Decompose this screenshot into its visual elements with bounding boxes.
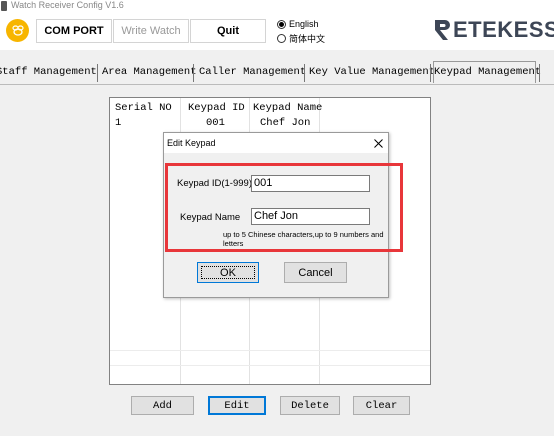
- column-header-keypad-name[interactable]: Keypad Name: [253, 102, 322, 114]
- keypad-id-input[interactable]: 001: [251, 175, 370, 192]
- quit-button[interactable]: Quit: [190, 19, 266, 43]
- app-icon: [1, 1, 7, 11]
- language-english-radio[interactable]: English: [277, 18, 319, 30]
- radio-unchecked-icon: [277, 33, 286, 43]
- brand-r-mark-icon: [435, 20, 450, 40]
- brand-logo: ETEKESS: [434, 17, 554, 43]
- tab-separator: [193, 64, 194, 82]
- write-watch-button[interactable]: Write Watch: [113, 19, 189, 43]
- tab-separator: [97, 64, 98, 82]
- tab-separator: [304, 64, 305, 82]
- tab-underline: [0, 84, 554, 85]
- row-1-serial-no[interactable]: 1: [115, 117, 121, 129]
- dialog-title-bar: Edit Keypad: [164, 133, 388, 153]
- edit-button[interactable]: Edit: [208, 396, 266, 415]
- add-button[interactable]: Add: [131, 396, 194, 415]
- column-header-serial-no[interactable]: Serial NO: [115, 102, 172, 114]
- row-1-keypad-name[interactable]: Chef Jon: [260, 117, 310, 129]
- row-line: [110, 365, 430, 366]
- tab-separator: [430, 64, 431, 82]
- tab-caller-management[interactable]: Caller Management: [199, 62, 306, 82]
- tab-separator: [539, 64, 540, 82]
- window-title: Watch Receiver Config V1.6: [11, 0, 124, 10]
- brand-name: ETEKESS: [453, 17, 554, 42]
- tab-bar: Staff Management Area Management Caller …: [0, 61, 554, 84]
- keypad-id-label: Keypad ID(1-999): [177, 178, 252, 189]
- row-1-keypad-id[interactable]: 001: [206, 117, 225, 129]
- delete-button[interactable]: Delete: [280, 396, 340, 415]
- keypad-name-hint: up to 5 Chinese characters,up to 9 numbe…: [223, 230, 384, 248]
- bee-logo-icon: [6, 19, 29, 42]
- radio-checked-icon: [277, 19, 286, 29]
- edit-keypad-dialog: Edit Keypad Keypad ID(1-999) 001 Keypad …: [163, 132, 389, 298]
- keypad-name-label: Keypad Name: [180, 212, 241, 223]
- tab-key-value-management[interactable]: Key Value Management: [309, 62, 435, 82]
- language-chinese-radio[interactable]: 简体中文: [277, 32, 325, 44]
- com-port-button[interactable]: COM PORT: [36, 19, 112, 43]
- dialog-title: Edit Keypad: [167, 138, 216, 148]
- title-bar: Watch Receiver Config V1.6: [0, 0, 554, 12]
- clear-button[interactable]: Clear: [353, 396, 410, 415]
- tab-area-management[interactable]: Area Management: [102, 62, 197, 82]
- row-line: [110, 350, 430, 351]
- tab-keypad-management[interactable]: Keypad Management: [433, 61, 541, 83]
- ok-button[interactable]: OK: [197, 262, 259, 283]
- column-header-keypad-id[interactable]: Keypad ID: [188, 102, 245, 114]
- close-icon[interactable]: [371, 136, 385, 150]
- tab-staff-management[interactable]: Staff Management: [0, 62, 97, 82]
- focus-rectangle: [201, 266, 255, 279]
- cancel-button[interactable]: Cancel: [284, 262, 347, 283]
- keypad-name-input[interactable]: Chef Jon: [251, 208, 370, 225]
